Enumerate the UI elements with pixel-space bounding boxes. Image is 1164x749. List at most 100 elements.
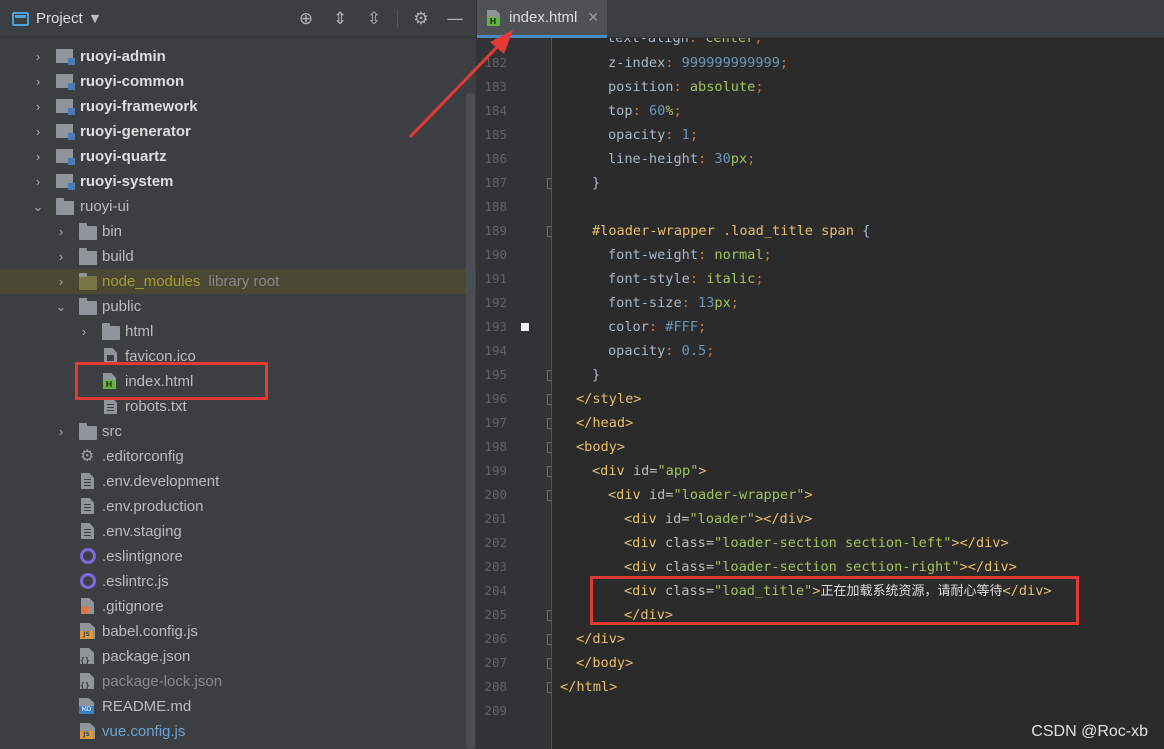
folder-icon (79, 298, 97, 315)
tree-item-label: .env.staging (102, 523, 182, 540)
tree-item-package-lock[interactable]: package-lock.json (0, 669, 476, 694)
fold-marker[interactable] (547, 634, 551, 645)
folder-icon (102, 323, 120, 340)
tree-item-env-staging[interactable]: .env.staging (0, 519, 476, 544)
close-icon[interactable]: ✕ (587, 10, 599, 26)
chevron-right-icon[interactable]: › (32, 124, 44, 139)
code-line: </style> (576, 391, 642, 407)
tree-item-label: ruoyi-ui (80, 198, 130, 215)
tree-item-label: build (102, 248, 134, 265)
tree-item-html[interactable]: › html (0, 319, 476, 344)
code-line: </div> (576, 631, 626, 647)
locate-icon[interactable]: ⊕ (295, 8, 317, 30)
tree-item-ruoyi-generator[interactable]: › ruoyi-generator (0, 119, 476, 144)
text-file-icon (81, 523, 94, 539)
tree-item-ruoyi-admin[interactable]: › ruoyi-admin (0, 44, 476, 69)
minimize-icon[interactable]: — (444, 8, 466, 30)
chevron-right-icon[interactable]: › (32, 74, 44, 89)
tree-item-bin[interactable]: › bin (0, 219, 476, 244)
project-scrollbar[interactable] (466, 93, 475, 749)
fold-marker[interactable] (547, 442, 551, 453)
tree-item-vue-config[interactable]: vue.config.js (0, 719, 476, 744)
code-line: top: 60%; (608, 103, 682, 119)
gear-icon[interactable]: ⚙ (410, 8, 432, 30)
code-area[interactable]: text-align: center; z-index: 99999999999… (557, 38, 1164, 749)
tree-item-env-development[interactable]: .env.development (0, 469, 476, 494)
tree-item-label: ruoyi-admin (80, 48, 166, 65)
chevron-right-icon[interactable]: › (55, 249, 67, 264)
tree-item-label: ruoyi-generator (80, 123, 191, 140)
tree-item-public[interactable]: ⌄ public (0, 294, 476, 319)
module-icon (56, 174, 75, 190)
html-file-icon (487, 10, 503, 26)
chevron-right-icon[interactable]: › (32, 49, 44, 64)
tree-item-build[interactable]: › build (0, 244, 476, 269)
tree-item-ruoyi-ui[interactable]: ⌄ ruoyi-ui (0, 194, 476, 219)
chevron-down-icon[interactable]: ▼ (91, 12, 99, 25)
chevron-right-icon[interactable]: › (32, 174, 44, 189)
line-number: 205 (484, 607, 507, 622)
fold-marker[interactable] (547, 682, 551, 693)
editor: index.html ✕ 181 182 183 184 185 186 187… (477, 0, 1164, 749)
chevron-right-icon[interactable]: › (32, 99, 44, 114)
folder-icon (79, 223, 97, 240)
chevron-right-icon[interactable]: › (55, 274, 67, 289)
json-file-icon (80, 648, 94, 665)
tree-item-label: package-lock.json (102, 673, 223, 690)
code-line: color: #FFF; (608, 319, 707, 335)
collapse-all-icon[interactable]: ⇳ (363, 8, 385, 30)
chevron-down-icon[interactable]: ⌄ (55, 299, 67, 315)
tree-item-package-json[interactable]: package.json (0, 644, 476, 669)
tree-item-env-production[interactable]: .env.production (0, 494, 476, 519)
tree-item-label: .eslintignore (102, 548, 183, 565)
tree-item-ruoyi-quartz[interactable]: › ruoyi-quartz (0, 144, 476, 169)
line-number: 183 (484, 79, 507, 94)
line-number: 207 (484, 655, 507, 670)
line-number: 185 (484, 127, 507, 142)
tree-item-ruoyi-common[interactable]: › ruoyi-common (0, 69, 476, 94)
annotation-box-load-title (590, 576, 1079, 625)
line-number: 188 (484, 199, 507, 214)
code-line: <body> (576, 439, 626, 455)
project-view-icon (12, 11, 29, 26)
tree-item-eslintrc[interactable]: .eslintrc.js (0, 569, 476, 594)
chevron-down-icon[interactable]: ⌄ (32, 199, 44, 215)
tree-item-editorconfig[interactable]: ⚙ .editorconfig (0, 444, 476, 469)
expand-all-icon[interactable]: ⇕ (329, 8, 351, 30)
bookmark-marker[interactable] (521, 323, 529, 331)
fold-marker[interactable] (547, 610, 551, 621)
chevron-right-icon[interactable]: › (55, 224, 67, 239)
fold-marker[interactable] (547, 370, 551, 381)
line-number: 193 (484, 319, 507, 334)
tree-item-readme[interactable]: README.md (0, 694, 476, 719)
fold-marker[interactable] (547, 226, 551, 237)
tree-item-ruoyi-system[interactable]: › ruoyi-system (0, 169, 476, 194)
tree-item-gitignore[interactable]: .gitignore (0, 594, 476, 619)
fold-marker[interactable] (547, 178, 551, 189)
text-file-icon (104, 398, 117, 414)
line-number: 209 (484, 703, 507, 718)
tree-item-node-modules[interactable]: › node_modules library root (0, 269, 476, 294)
eslint-icon (80, 548, 96, 564)
chevron-right-icon[interactable]: › (78, 324, 90, 339)
code-line: </body> (576, 655, 634, 671)
fold-marker[interactable] (547, 658, 551, 669)
project-view-selector[interactable]: Project (36, 10, 83, 27)
fold-marker[interactable] (547, 466, 551, 477)
code-line: text-align: center; (607, 38, 763, 46)
tree-item-ruoyi-framework[interactable]: › ruoyi-framework (0, 94, 476, 119)
folder-icon (79, 273, 97, 290)
chevron-right-icon[interactable]: › (55, 424, 67, 439)
chevron-right-icon[interactable]: › (32, 149, 44, 164)
code-line: } (592, 175, 601, 191)
tree-item-eslintignore[interactable]: .eslintignore (0, 544, 476, 569)
tree-item-src[interactable]: › src (0, 419, 476, 444)
fold-marker[interactable] (547, 394, 551, 405)
fold-marker[interactable] (547, 418, 551, 429)
tree-item-babel-config[interactable]: babel.config.js (0, 619, 476, 644)
line-number: 200 (484, 487, 507, 502)
tab-label: index.html (509, 9, 578, 26)
fold-marker[interactable] (547, 490, 551, 501)
line-number: 187 (484, 175, 507, 190)
tab-index-html[interactable]: index.html ✕ (477, 0, 607, 38)
